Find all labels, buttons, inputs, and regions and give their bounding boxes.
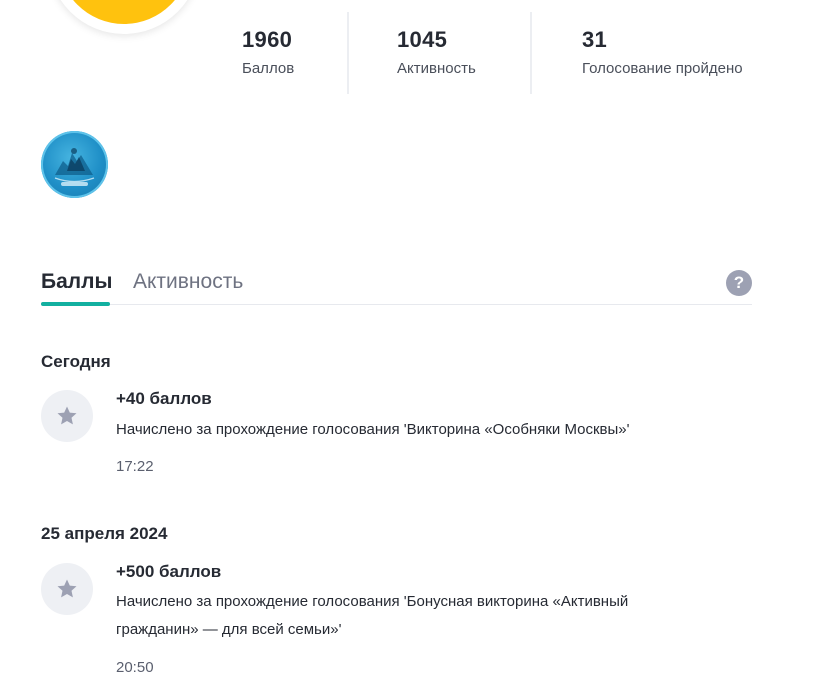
entry-description: Начислено за прохождение голосования 'Бо… bbox=[116, 593, 629, 638]
entry-icon bbox=[41, 390, 93, 442]
avatar[interactable] bbox=[48, 0, 200, 34]
stat-points-label: Баллов bbox=[242, 60, 295, 77]
star-icon bbox=[57, 406, 77, 425]
stat-points-value: 1960 bbox=[242, 27, 293, 52]
entry-points: +500 баллов bbox=[116, 562, 222, 581]
stat-votes-label: Голосование пройдено bbox=[582, 60, 743, 77]
tab-activity[interactable]: Активность bbox=[133, 270, 243, 294]
entry-time: 17:22 bbox=[116, 458, 154, 475]
stat-points: 1960 Баллов bbox=[242, 27, 294, 77]
question-icon[interactable]: ? bbox=[726, 270, 752, 296]
entry-description: Начислено за прохождение голосования 'Ви… bbox=[116, 421, 630, 438]
entry-points: +40 баллов bbox=[116, 389, 212, 408]
tab-points[interactable]: Баллы bbox=[41, 270, 112, 294]
achievement-badge[interactable] bbox=[41, 131, 108, 198]
active-tab-indicator bbox=[41, 302, 110, 306]
profile-page: 1960 Баллов 1045 Активность 31 Голосован… bbox=[0, 0, 829, 689]
entry-time: 20:50 bbox=[116, 659, 154, 676]
stat-votes-value: 31 bbox=[582, 27, 608, 52]
badge-emblem-icon bbox=[54, 148, 95, 186]
stat-activity-label: Активность bbox=[397, 60, 476, 77]
stat-activity-value: 1045 bbox=[397, 27, 448, 52]
stat-divider bbox=[347, 12, 349, 94]
badge-caption-mark bbox=[61, 182, 88, 186]
tabs: Баллы Активность ? bbox=[41, 265, 752, 306]
date-heading: Сегодня bbox=[41, 352, 111, 371]
stat-activity: 1045 Активность bbox=[397, 27, 476, 77]
star-icon bbox=[57, 579, 77, 598]
entry-icon bbox=[41, 563, 93, 615]
stat-votes: 31 Голосование пройдено bbox=[582, 27, 743, 77]
stat-divider bbox=[530, 12, 532, 94]
avatar-image bbox=[58, 0, 190, 24]
date-heading: 25 апреля 2024 bbox=[41, 524, 168, 543]
